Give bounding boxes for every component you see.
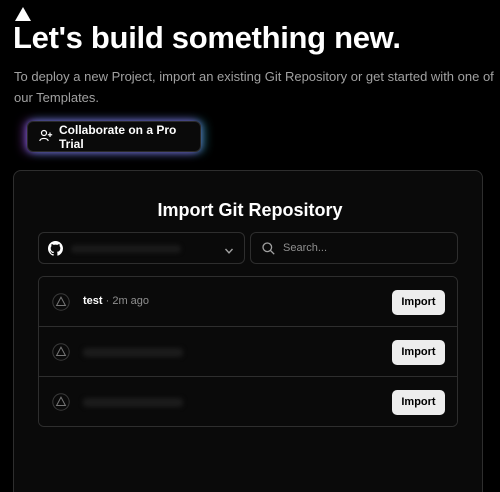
repo-name-redacted [83, 348, 183, 357]
user-plus-icon [39, 129, 53, 145]
chevron-down-icon [224, 243, 234, 261]
repository-search[interactable] [250, 232, 458, 264]
collaborate-pro-trial-button[interactable]: Collaborate on a Pro Trial [27, 121, 201, 152]
search-input[interactable] [283, 233, 453, 263]
import-button[interactable]: Import [392, 340, 445, 365]
repo-updated-time: · 2m ago [105, 295, 150, 307]
repo-name: test · 2m ago [83, 295, 150, 307]
github-icon [48, 241, 63, 261]
page-subtitle: To deploy a new Project, import an exist… [14, 69, 494, 105]
import-card-title: Import Git Repository [157, 200, 343, 220]
collaborate-label: Collaborate on a Pro Trial [59, 122, 177, 151]
repo-name-redacted [83, 398, 183, 407]
git-account-select[interactable] [38, 232, 245, 264]
git-account-name-redacted [71, 245, 181, 253]
vercel-triangle-icon[interactable] [15, 7, 31, 21]
page-title: Let's build something new. [13, 20, 401, 55]
new-project-page: Let's build something new. To deploy a n… [0, 0, 500, 492]
search-icon [262, 242, 275, 260]
list-item: Import [39, 327, 457, 377]
import-button[interactable]: Import [392, 290, 445, 315]
repo-framework-icon [52, 393, 70, 416]
repo-framework-icon [52, 293, 70, 316]
repository-list: test · 2m ago Import Import Import [38, 276, 458, 427]
repo-framework-icon [52, 343, 70, 366]
list-item: test · 2m ago Import [39, 277, 457, 327]
import-button[interactable]: Import [392, 390, 445, 415]
list-item: Import [39, 377, 457, 426]
